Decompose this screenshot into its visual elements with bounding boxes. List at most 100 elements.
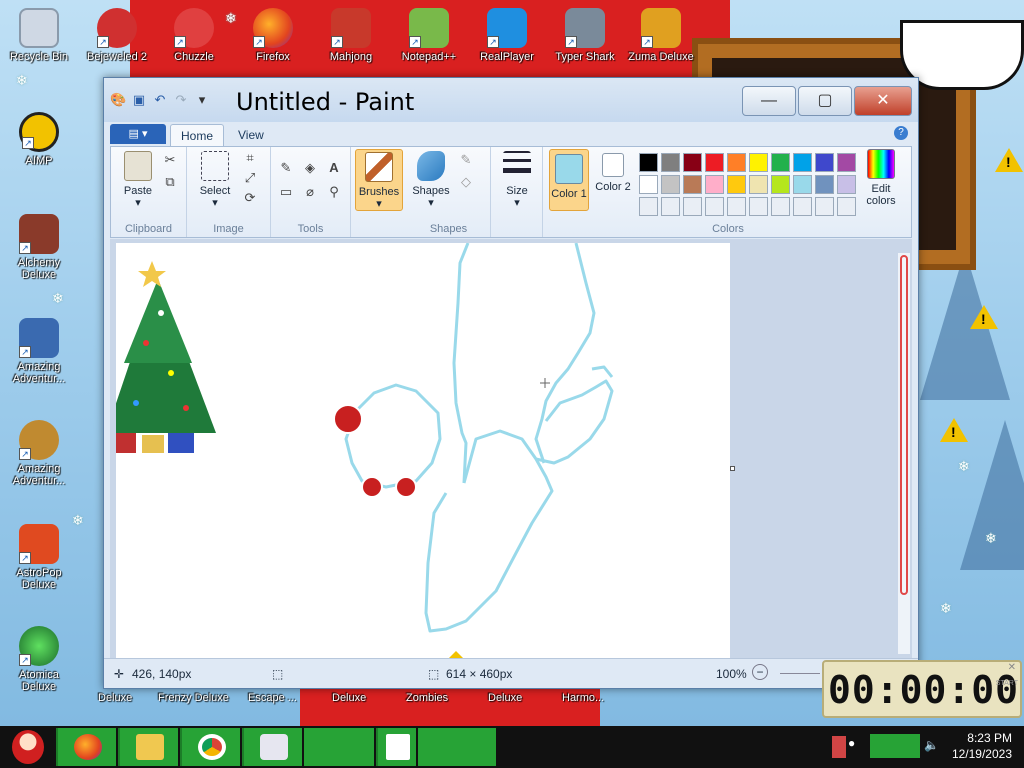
zoom-slider[interactable] <box>780 673 820 674</box>
rotate-icon[interactable]: ⟳ <box>241 189 259 207</box>
palette-swatch[interactable] <box>749 153 768 172</box>
pencil-icon[interactable]: ✎ <box>277 159 295 177</box>
canvas-area[interactable] <box>110 239 912 658</box>
timer-close-icon[interactable]: ✕ <box>1008 662 1016 673</box>
palette-custom-slot[interactable] <box>793 197 812 216</box>
palette-swatch[interactable] <box>771 175 790 194</box>
desktop-icon-amazing-adventures-2[interactable]: ↗ Amazing Adventur... <box>2 420 76 487</box>
timer-start-button[interactable]: START <box>996 680 1018 687</box>
help-icon[interactable]: ? <box>894 126 908 140</box>
desktop-icon-label-partial[interactable]: Deluxe <box>98 692 132 704</box>
palette-swatch[interactable] <box>815 153 834 172</box>
tab-home[interactable]: Home <box>170 124 225 146</box>
palette-custom-slot[interactable] <box>639 197 658 216</box>
palette-swatch[interactable] <box>749 175 768 194</box>
palette-swatch[interactable] <box>639 175 658 194</box>
maximize-button[interactable]: ▢ <box>798 86 852 116</box>
vertical-scrollbar[interactable] <box>898 253 910 654</box>
palette-custom-slot[interactable] <box>815 197 834 216</box>
file-menu-button[interactable]: ▤ ▾ <box>110 124 166 144</box>
palette-swatch[interactable] <box>837 175 856 194</box>
palette-swatch[interactable] <box>705 175 724 194</box>
color1-button[interactable]: Color 1 <box>549 149 589 211</box>
taskbar-notepad[interactable] <box>376 728 416 766</box>
desktop-icon-astropop-deluxe[interactable]: ↗ AstroPop Deluxe <box>2 524 76 591</box>
brushes-button[interactable]: Brushes ▾ <box>355 149 403 211</box>
paste-button[interactable]: Paste ▾ <box>117 151 159 209</box>
desktop-icon-atomica-deluxe[interactable]: ↗ Atomica Deluxe <box>2 626 76 693</box>
palette-custom-slot[interactable] <box>749 197 768 216</box>
desktop-icon-aimp[interactable]: ↗ AIMP <box>2 112 76 167</box>
desktop-icon-mahjong[interactable]: ↗ Mahjong <box>314 8 388 63</box>
desktop-icon-label-partial[interactable]: Zombies <box>406 692 448 704</box>
magnifier-icon[interactable]: ⚲ <box>325 183 343 201</box>
desktop-icon-typer-shark[interactable]: ↗ Typer Shark <box>548 8 622 63</box>
select-button[interactable]: Select ▾ <box>193 151 237 209</box>
palette-swatch[interactable] <box>727 153 746 172</box>
palette-custom-slot[interactable] <box>727 197 746 216</box>
palette-custom-slot[interactable] <box>661 197 680 216</box>
desktop-icon-firefox[interactable]: ↗ Firefox <box>236 8 310 63</box>
palette-swatch[interactable] <box>793 175 812 194</box>
tray-show-hidden[interactable] <box>832 736 846 758</box>
eraser-icon[interactable]: ▭ <box>277 183 295 201</box>
taskbar-chrome[interactable] <box>180 728 240 766</box>
desktop-icon-label-partial[interactable]: Harmo... <box>562 692 604 704</box>
save-icon[interactable]: ▣ <box>131 92 147 108</box>
palette-custom-slot[interactable] <box>771 197 790 216</box>
taskbar-file-explorer[interactable] <box>118 728 178 766</box>
canvas-resize-handle[interactable] <box>730 466 735 471</box>
tray-dot-icon[interactable]: ● <box>848 736 855 750</box>
desktop-icon-notepad-plus-plus[interactable]: ↗ Notepad++ <box>392 8 466 63</box>
desktop-icon-label-partial[interactable]: Deluxe <box>332 692 366 704</box>
timer-widget[interactable]: 00:00:00 ✕ START <box>822 660 1022 718</box>
copy-icon[interactable]: ⧉ <box>161 173 179 191</box>
desktop-icon-realplayer[interactable]: ↗ RealPlayer <box>470 8 544 63</box>
desktop-icon-recycle-bin[interactable]: Recycle Bin <box>2 8 76 63</box>
desktop-icon-label-partial[interactable]: Frenzy Deluxe <box>158 692 229 704</box>
start-button[interactable] <box>4 728 52 766</box>
scrollbar-thumb[interactable] <box>900 255 908 595</box>
palette-swatch[interactable] <box>771 153 790 172</box>
color-picker-icon[interactable]: ⌀ <box>301 183 319 201</box>
palette-swatch[interactable] <box>639 153 658 172</box>
size-button[interactable]: Size ▾ <box>497 151 537 209</box>
customize-toolbar-icon[interactable]: ▾ <box>194 92 210 108</box>
color2-button[interactable]: Color 2 <box>593 149 633 211</box>
desktop-icon-bejeweled-2[interactable]: ↗ Bejeweled 2 <box>80 8 154 63</box>
network-icon[interactable] <box>870 734 920 758</box>
palette-custom-slot[interactable] <box>683 197 702 216</box>
desktop-icon-label-partial[interactable]: Deluxe <box>488 692 522 704</box>
palette-custom-slot[interactable] <box>705 197 724 216</box>
palette-swatch[interactable] <box>793 153 812 172</box>
palette-swatch[interactable] <box>815 175 834 194</box>
palette-swatch[interactable] <box>705 153 724 172</box>
minimize-button[interactable]: — <box>742 86 796 116</box>
desktop-icon-zuma-deluxe[interactable]: ↗ Zuma Deluxe <box>624 8 698 63</box>
title-bar[interactable]: 🎨 ▣ ↶ ↷ ▾ Untitled - Paint — ▢ ✕ <box>104 78 918 122</box>
palette-custom-slot[interactable] <box>837 197 856 216</box>
resize-icon[interactable]: ⤢ <box>241 169 259 187</box>
text-icon[interactable]: A <box>325 159 343 177</box>
close-button[interactable]: ✕ <box>854 86 912 116</box>
desktop-icon-amazing-adventures-1[interactable]: ↗ Amazing Adventur... <box>2 318 76 385</box>
cut-icon[interactable]: ✂ <box>161 151 179 169</box>
desktop-icon-chuzzle[interactable]: ↗ Chuzzle <box>157 8 231 63</box>
zoom-out-button[interactable]: − <box>752 664 768 680</box>
tab-view[interactable]: View <box>228 124 274 146</box>
palette-swatch[interactable] <box>727 175 746 194</box>
desktop-icon-alchemy-deluxe[interactable]: ↗ Alchemy Deluxe <box>2 214 76 281</box>
desktop-icon-label-partial[interactable]: Escape ... <box>248 692 297 704</box>
redo-icon[interactable]: ↷ <box>173 92 189 108</box>
volume-icon[interactable]: 🔈 <box>924 738 939 752</box>
edit-colors-button[interactable]: Edit colors <box>859 149 903 207</box>
shapes-button[interactable]: Shapes ▾ <box>411 151 451 209</box>
palette-swatch[interactable] <box>837 153 856 172</box>
clock[interactable]: 8:23 PM 12/19/2023 <box>952 730 1012 762</box>
drawing-canvas[interactable] <box>110 242 730 658</box>
undo-icon[interactable]: ↶ <box>152 92 168 108</box>
taskbar-paint[interactable] <box>242 728 302 766</box>
crop-icon[interactable]: ⌗ <box>241 149 259 167</box>
fill-shape-icon[interactable]: ◇ <box>457 173 475 191</box>
palette-swatch[interactable] <box>661 175 680 194</box>
